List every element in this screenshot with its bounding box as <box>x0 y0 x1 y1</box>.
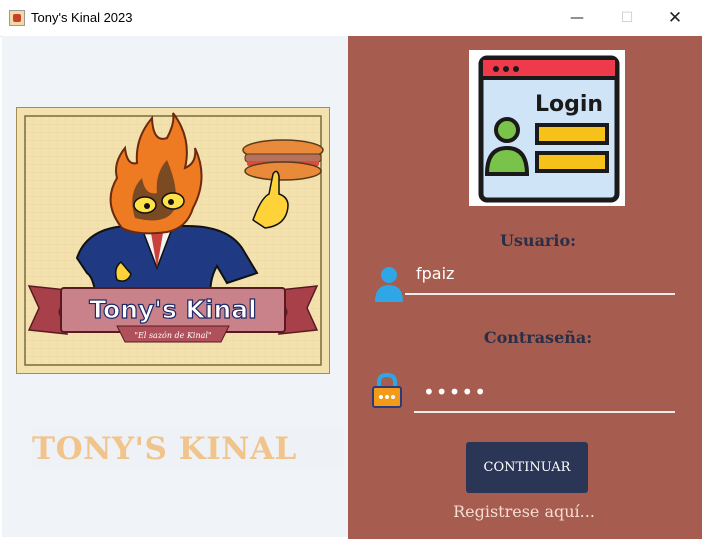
window-titlebar: Tony's Kinal 2023 — ☐ ✕ <box>0 0 702 37</box>
continue-button[interactable]: CONTINUAR <box>466 442 588 493</box>
login-panel: Login Usuario: fpaiz Contraseña: ••••• C… <box>348 36 702 539</box>
close-button[interactable]: ✕ <box>652 0 698 36</box>
lock-icon <box>370 372 404 410</box>
brand-title: TONY'S KINAL <box>32 431 297 467</box>
tonys-kinal-logo: Tony's Kinal "El sazón de Kinal" <box>16 107 330 374</box>
left-pane: Tony's Kinal "El sazón de Kinal" TONY'S … <box>2 36 348 537</box>
password-label: Contraseña: <box>483 328 593 347</box>
logo-brand-text: Tony's Kinal <box>89 295 256 324</box>
logo-tagline: "El sazón de Kinal" <box>134 331 211 340</box>
username-field[interactable]: fpaiz <box>405 263 675 295</box>
login-image-text: Login <box>535 92 603 117</box>
password-value: ••••• <box>423 380 487 404</box>
maximize-button[interactable]: ☐ <box>604 0 650 36</box>
app-icon <box>9 10 25 26</box>
password-field[interactable]: ••••• <box>414 380 675 413</box>
login-window-icon: Login <box>469 50 625 206</box>
username-label: Usuario: <box>499 231 577 250</box>
register-link[interactable]: Registrese aquí... <box>444 502 604 521</box>
username-value: fpaiz <box>416 264 455 283</box>
user-icon <box>372 265 406 303</box>
window-title: Tony's Kinal 2023 <box>31 10 133 25</box>
minimize-button[interactable]: — <box>554 0 600 36</box>
